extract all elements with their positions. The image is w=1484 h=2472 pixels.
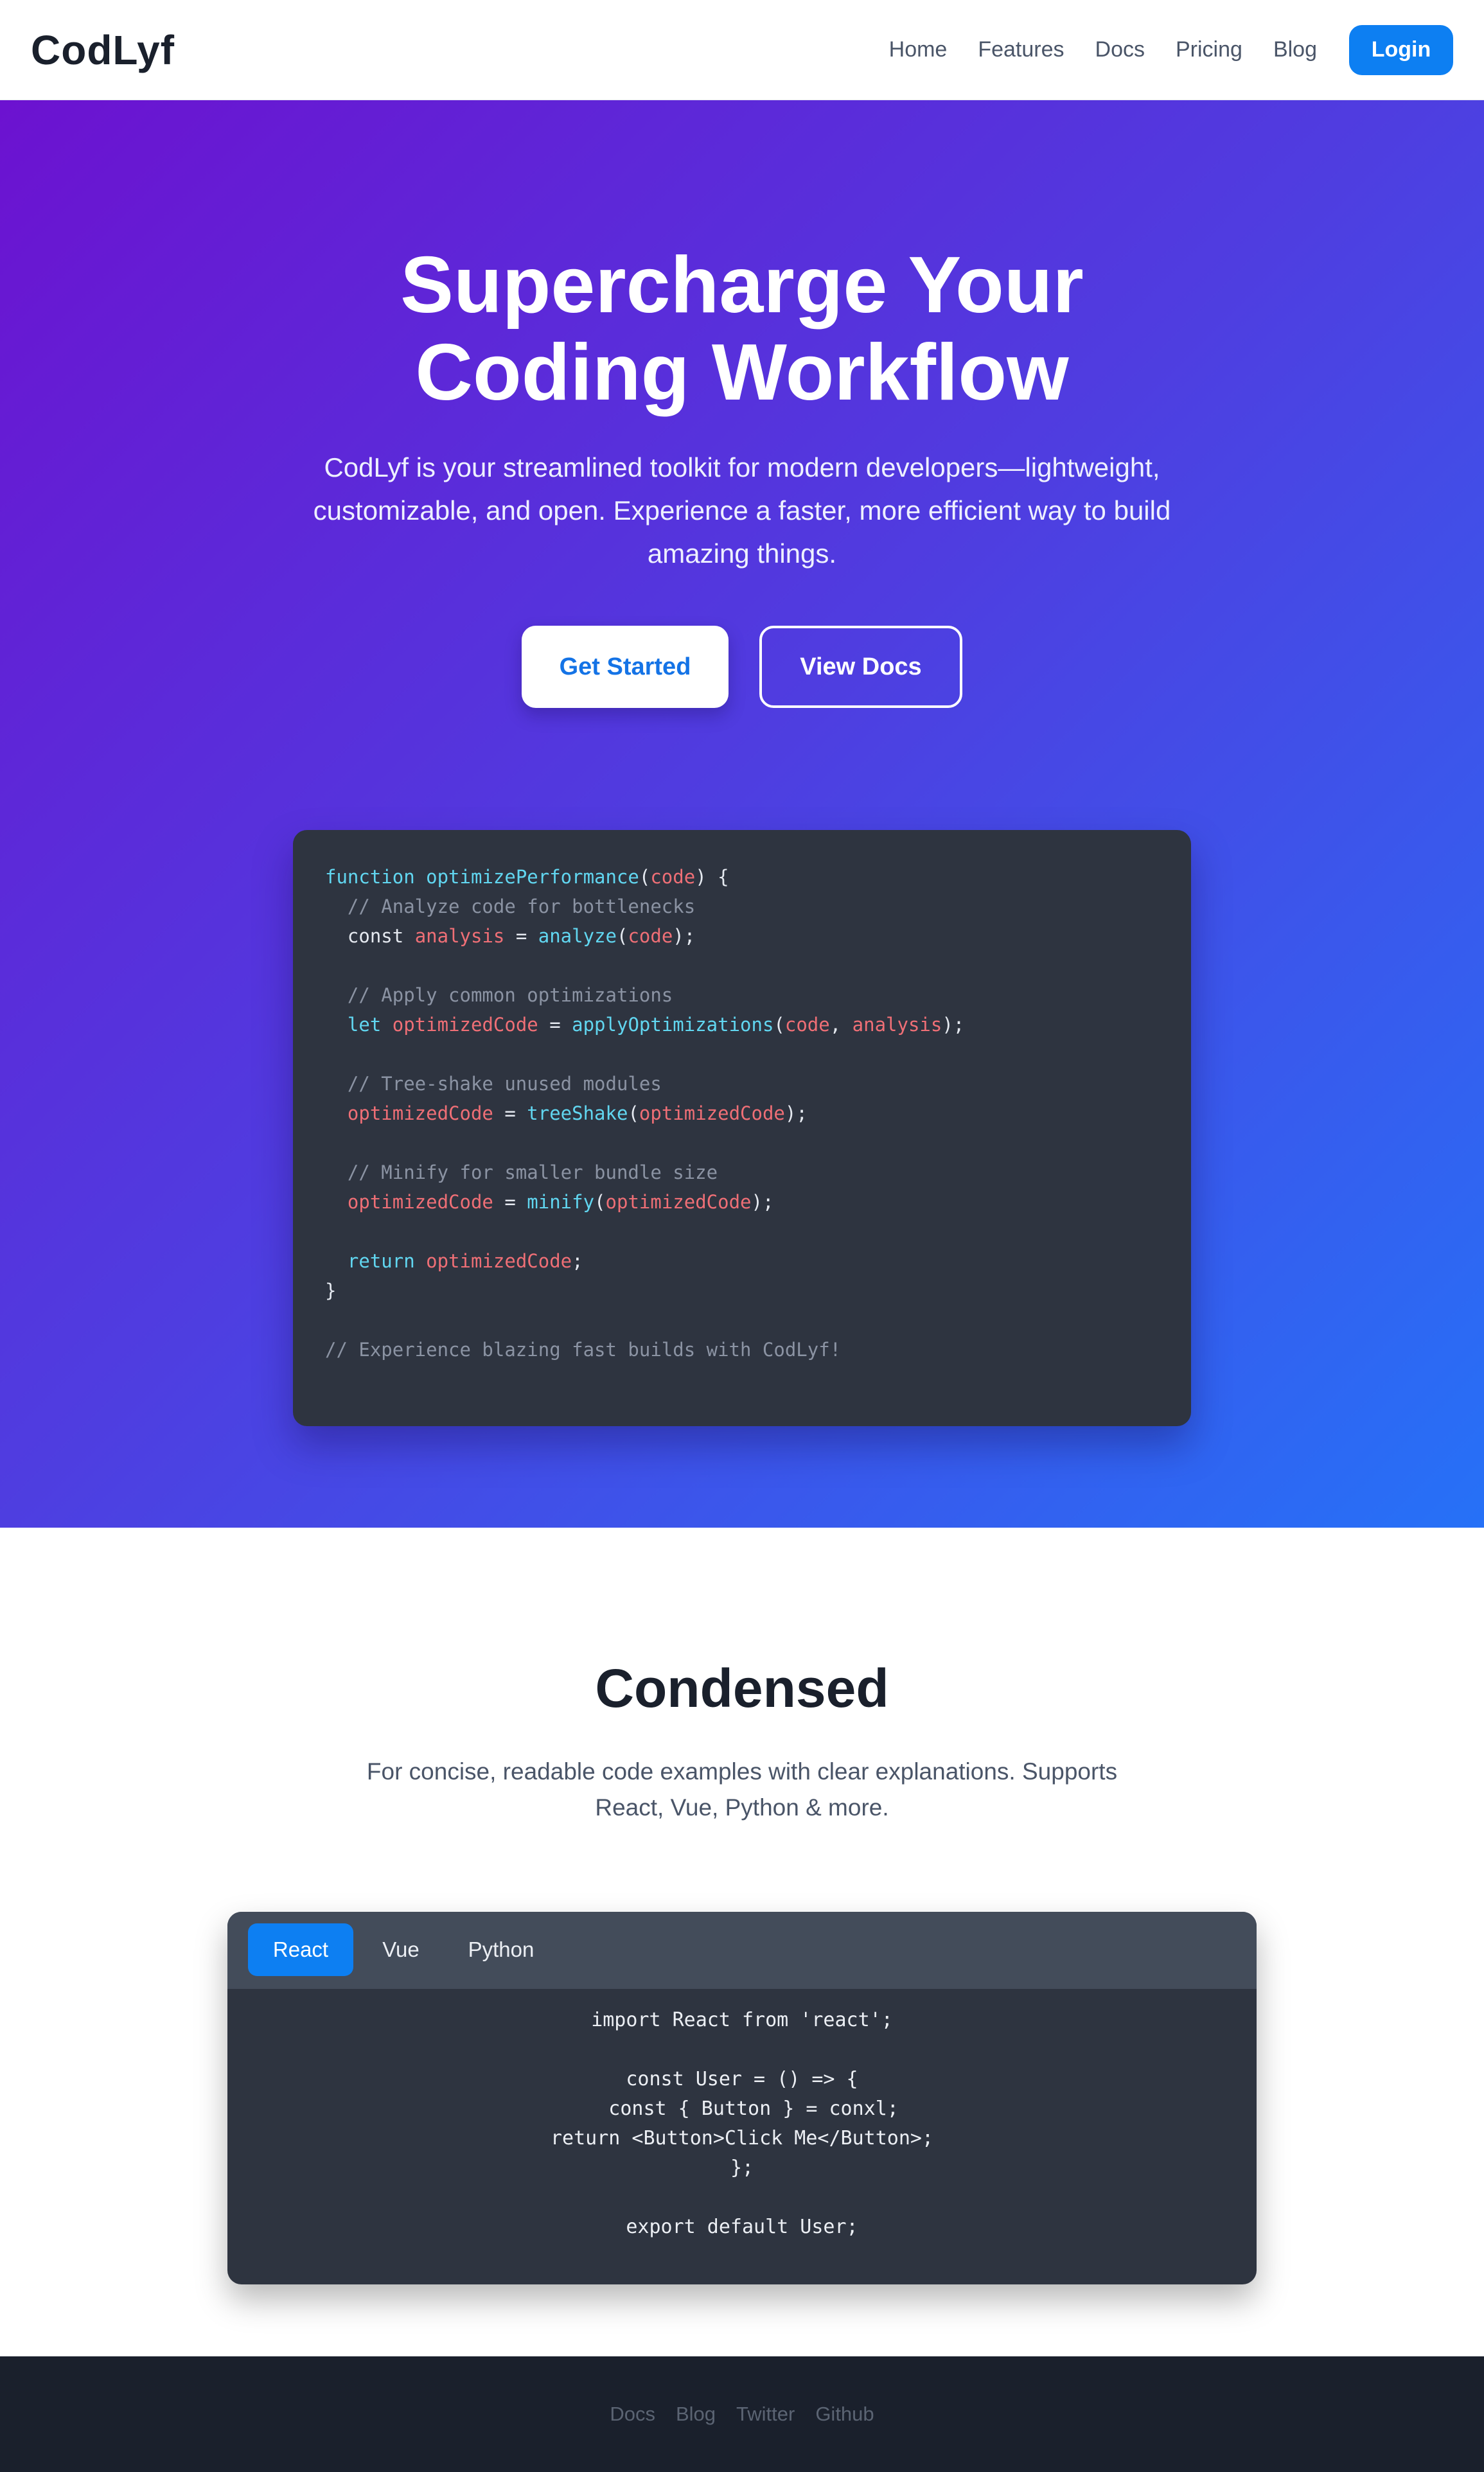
hero-code-block: function optimizePerformance(code) { // … <box>293 830 1191 1426</box>
condensed-subtitle: For concise, readable code examples with… <box>366 1758 1118 1821</box>
tab-code-line: export default User; <box>626 2216 858 2238</box>
code-tab-bar: React Vue Python <box>227 1912 1257 1989</box>
code-tabs-card: React Vue Python import React from 'reac… <box>227 1912 1257 2284</box>
hero-title: Supercharge Your Coding Workflow <box>0 242 1484 416</box>
hero-title-line-2: Coding Workflow <box>415 328 1069 417</box>
tab-react[interactable]: React <box>248 1923 353 1976</box>
view-docs-button[interactable]: View Docs <box>759 626 962 708</box>
logo[interactable]: CodLyf <box>31 26 175 74</box>
tab-vue[interactable]: Vue <box>356 1923 446 1976</box>
tab-code-line: import React from 'react'; <box>591 2009 893 2031</box>
hero-section: Supercharge Your Coding Workflow CodLyf … <box>0 100 1484 1528</box>
footer-link-docs[interactable]: Docs <box>610 2403 655 2426</box>
tab-code-line: const { Button } = conxl; <box>585 2097 899 2120</box>
nav-link-home[interactable]: Home <box>889 37 948 62</box>
footer: Docs Blog Twitter Github <box>0 2356 1484 2472</box>
tab-code-block: import React from 'react'; const User = … <box>227 2006 1257 2242</box>
tab-code-line: const User = () => { <box>626 2068 858 2090</box>
tab-code-line <box>227 2183 1257 2212</box>
code-line: const analysis = analyze(code); <box>325 925 696 947</box>
code-line: // Analyze code for bottlenecks <box>325 896 696 917</box>
nav-link-docs[interactable]: Docs <box>1095 37 1145 62</box>
footer-link-blog[interactable]: Blog <box>676 2403 716 2426</box>
footer-link-twitter[interactable]: Twitter <box>736 2403 795 2426</box>
nav-link-blog[interactable]: Blog <box>1273 37 1317 62</box>
code-line: optimizedCode = treeShake(optimizedCode)… <box>325 1102 808 1124</box>
tab-code-line: }; <box>730 2157 754 2179</box>
footer-link-github[interactable]: Github <box>815 2403 874 2426</box>
hero-title-line-1: Supercharge Your <box>400 241 1084 330</box>
code-line: optimizedCode = minify(optimizedCode); <box>325 1191 774 1213</box>
code-line: function optimizePerformance(code) { <box>325 866 729 888</box>
code-line: // Apply common optimizations <box>325 984 673 1006</box>
code-line: } <box>325 1280 337 1302</box>
tab-code-line: return <Button>Click Me</Button>; <box>550 2127 934 2150</box>
code-line: let optimizedCode = applyOptimizations(c… <box>325 1014 965 1036</box>
tab-code-line <box>227 2035 1257 2065</box>
hero-subtitle: CodLyf is your streamlined toolkit for m… <box>313 452 1171 569</box>
login-button[interactable]: Login <box>1349 24 1453 75</box>
code-line: // Minify for smaller bundle size <box>325 1161 718 1183</box>
condensed-title: Condensed <box>595 1658 889 1718</box>
top-navbar: CodLyf Home Features Docs Pricing Blog L… <box>0 0 1484 100</box>
nav-link-features[interactable]: Features <box>978 37 1064 62</box>
tab-python[interactable]: Python <box>448 1923 554 1976</box>
nav-link-pricing[interactable]: Pricing <box>1176 37 1242 62</box>
code-line: return optimizedCode; <box>325 1250 583 1272</box>
code-line: // Experience blazing fast builds with C… <box>325 1339 842 1361</box>
nav-links: Home Features Docs Pricing Blog Login <box>889 24 1453 75</box>
code-line: // Tree-shake unused modules <box>325 1073 662 1095</box>
get-started-button[interactable]: Get Started <box>522 626 729 708</box>
